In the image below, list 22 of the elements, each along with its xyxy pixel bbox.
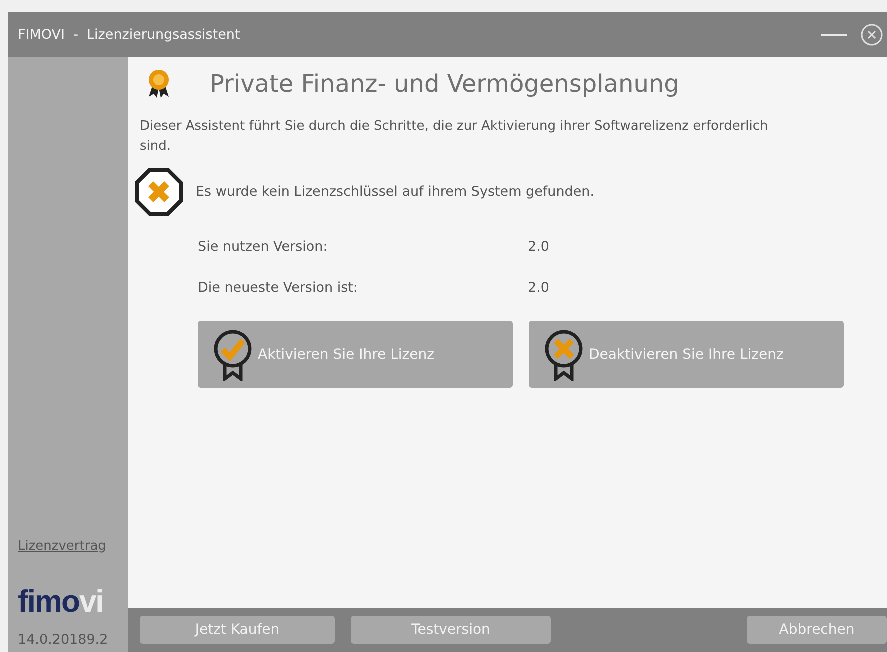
activate-license-button[interactable]: Aktivieren Sie Ihre Lizenz bbox=[198, 321, 513, 388]
version-number: 14.0.20189.2 bbox=[18, 632, 110, 648]
version-value: 2.0 bbox=[528, 280, 550, 296]
version-value: 2.0 bbox=[528, 239, 550, 255]
footer-button[interactable]: Jetzt Kaufen bbox=[140, 616, 335, 644]
close-icon[interactable] bbox=[861, 24, 883, 46]
license-agreement-link[interactable]: Lizenzvertrag bbox=[18, 539, 106, 554]
cross-badge-icon bbox=[543, 328, 585, 380]
award-ribbon-icon bbox=[146, 69, 172, 99]
intro-text: Dieser Assistent führt Sie durch die Schritte, die zur Aktivierung ihrer Softwarelizenz erforderlich sind. bbox=[140, 118, 770, 156]
deactivate-license-button[interactable]: Deaktivieren Sie Ihre Lizenz bbox=[529, 321, 844, 388]
version-label: Die neueste Version ist: bbox=[198, 280, 359, 296]
page-heading: Private Finanz- und Vermögensplanung bbox=[210, 70, 680, 98]
window-title: FIMOVI - Lizenzierungsassistent bbox=[18, 26, 242, 42]
footer-button[interactable]: Testversion bbox=[351, 616, 551, 644]
minimize-icon[interactable] bbox=[821, 32, 847, 36]
fimovi-logo: fimovi bbox=[18, 584, 104, 620]
error-octagon-icon bbox=[134, 167, 184, 217]
footer-button[interactable]: Abbrechen bbox=[747, 616, 887, 644]
alert-message: Es wurde kein Lizenzschlüssel auf ihrem System gefunden. bbox=[196, 184, 594, 200]
version-label: Sie nutzen Version: bbox=[198, 239, 329, 255]
check-badge-icon bbox=[212, 328, 254, 380]
